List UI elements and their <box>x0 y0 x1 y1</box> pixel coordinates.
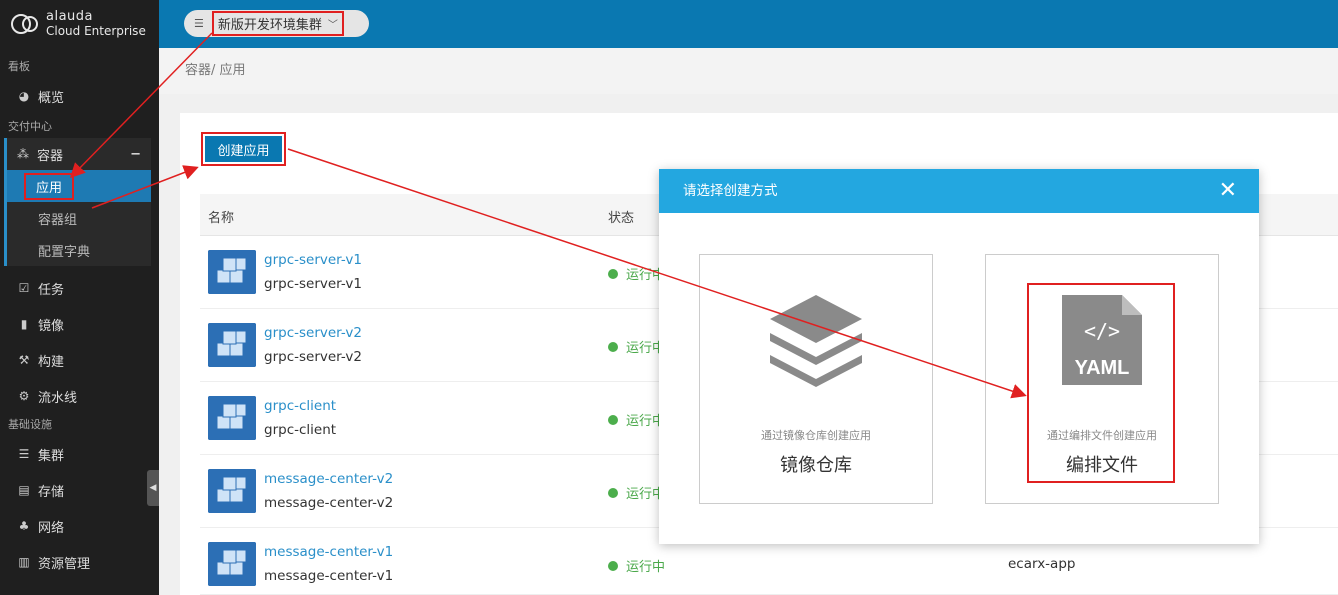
option-yaml[interactable]: </> YAML 通过编排文件创建应用 编排文件 <box>985 254 1219 504</box>
option-image-desc: 通过镜像仓库创建应用 <box>761 429 871 442</box>
app-subname: message-center-v1 <box>264 568 394 584</box>
modal-title: 请选择创建方式 <box>683 183 778 199</box>
app-cubes-icon <box>208 469 256 513</box>
app-link[interactable]: message-center-v2 <box>264 471 393 487</box>
logo-line2: Cloud Enterprise <box>46 24 146 38</box>
server-icon: ☰ <box>194 17 204 30</box>
close-icon[interactable]: ✕ <box>1219 169 1237 213</box>
sidebar-item-jobs[interactable]: ☑ 任务 <box>0 270 159 306</box>
bar-chart-icon: ▥ <box>18 555 30 569</box>
calendar-icon: ☑ <box>18 281 30 295</box>
col-status-header[interactable]: 状态 <box>608 207 634 226</box>
sidebar-item-network[interactable]: ♣ 网络 <box>0 508 159 544</box>
section-infra: 基础设施 <box>8 418 52 431</box>
app-cubes-icon <box>208 396 256 440</box>
col-name-header[interactable]: 名称 <box>208 207 234 226</box>
layers-icon <box>770 295 862 387</box>
sidebar-group-containers: ⁂ 容器 − 应用 容器组 配置字典 <box>4 138 151 266</box>
hammer-icon: ⚒ <box>18 353 30 367</box>
section-delivery: 交付中心 <box>8 120 52 133</box>
option-yaml-desc: 通过编排文件创建应用 <box>1047 429 1157 442</box>
sidebar-item-apps[interactable]: 应用 <box>7 170 151 202</box>
sidebar-item-pods[interactable]: 容器组 <box>7 202 151 234</box>
app-cubes-icon <box>208 323 256 367</box>
app-subname: grpc-server-v1 <box>264 276 362 292</box>
yaml-file-icon: </> YAML <box>1062 295 1142 385</box>
status-badge: 运行中 <box>608 483 665 502</box>
section-dashboard: 看板 <box>8 60 30 73</box>
status-badge: 运行中 <box>608 337 665 356</box>
containers-icon: ⁂ <box>17 147 29 161</box>
logo-line1: alauda <box>46 9 94 24</box>
status-dot-icon <box>608 487 618 498</box>
sidebar-item-build[interactable]: ⚒ 构建 <box>0 342 159 378</box>
cluster-selector[interactable]: ☰ 新版开发环境集群 ﹀ <box>184 10 369 37</box>
status-badge: 运行中 <box>608 264 665 283</box>
cluster-name: 新版开发环境集群 <box>217 18 322 33</box>
storage-icon: ▤ <box>18 483 30 497</box>
app-subname: grpc-server-v2 <box>264 349 362 365</box>
app-subname: grpc-client <box>264 422 337 438</box>
chevron-down-icon: ﹀ <box>327 20 338 31</box>
create-app-button[interactable]: 创建应用 <box>205 136 282 162</box>
dashboard-icon: ◕ <box>18 89 30 103</box>
modal-header: 请选择创建方式 ✕ <box>659 169 1259 213</box>
logo-icon <box>10 11 40 37</box>
app-link[interactable]: grpc-server-v2 <box>264 325 362 341</box>
server-icon: ☰ <box>18 447 30 461</box>
topbar: ☰ 新版开发环境集群 ﹀ <box>159 0 1338 48</box>
breadcrumb: 容器/ 应用 <box>159 48 1338 94</box>
sidebar-item-overview[interactable]: ◕ 概览 <box>0 78 159 114</box>
sidebar-collapse-handle[interactable]: ◀ <box>147 470 159 506</box>
sidebar-item-configmaps[interactable]: 配置字典 <box>7 234 151 266</box>
app-subname: message-center-v2 <box>264 495 394 511</box>
status-dot-icon <box>608 560 618 571</box>
status-dot-icon <box>608 341 618 352</box>
status-badge: 运行中 <box>608 556 665 575</box>
sidebar-item-cluster[interactable]: ☰ 集群 <box>0 436 159 472</box>
option-yaml-title: 编排文件 <box>1066 455 1138 476</box>
network-icon: ♣ <box>18 519 30 533</box>
wrench-icon: ⚙ <box>18 389 30 403</box>
app-link[interactable]: message-center-v1 <box>264 544 393 560</box>
status-dot-icon <box>608 414 618 425</box>
status-dot-icon <box>608 268 618 279</box>
status-badge: 运行中 <box>608 410 665 429</box>
yaml-badge: YAML <box>1074 357 1130 379</box>
image-icon: ▮ <box>20 317 28 331</box>
app-space: ecarx-app <box>1008 556 1076 572</box>
sidebar-item-storage[interactable]: ▤ 存储 <box>0 472 159 508</box>
app-link[interactable]: grpc-server-v1 <box>264 252 362 268</box>
option-image-title: 镜像仓库 <box>780 455 852 476</box>
app-cubes-icon <box>208 542 256 586</box>
option-image-registry[interactable]: 通过镜像仓库创建应用 镜像仓库 <box>699 254 933 504</box>
code-glyph: </> <box>1083 319 1121 343</box>
app-cubes-icon <box>208 250 256 294</box>
sidebar-item-pipeline[interactable]: ⚙ 流水线 <box>0 378 159 414</box>
logo[interactable]: alauda Cloud Enterprise <box>0 0 159 48</box>
chevron-left-icon: ◀ <box>149 483 157 493</box>
sidebar-item-resources[interactable]: ▥ 资源管理 <box>0 544 159 580</box>
create-app-button-frame: 创建应用 <box>201 132 286 166</box>
sidebar-item-images[interactable]: ▮ 镜像 <box>0 306 159 342</box>
app-link[interactable]: grpc-client <box>264 398 336 414</box>
create-method-modal: 请选择创建方式 ✕ 通过镜像仓库创建应用 镜像仓库 </> YAML 通过编排文… <box>659 169 1259 544</box>
sidebar-item-containers[interactable]: ⁂ 容器 − <box>7 138 151 170</box>
sidebar: alauda Cloud Enterprise 看板 ◕ 概览 交付中心 ⁂ 容… <box>0 0 159 595</box>
collapse-icon[interactable]: − <box>130 147 141 162</box>
